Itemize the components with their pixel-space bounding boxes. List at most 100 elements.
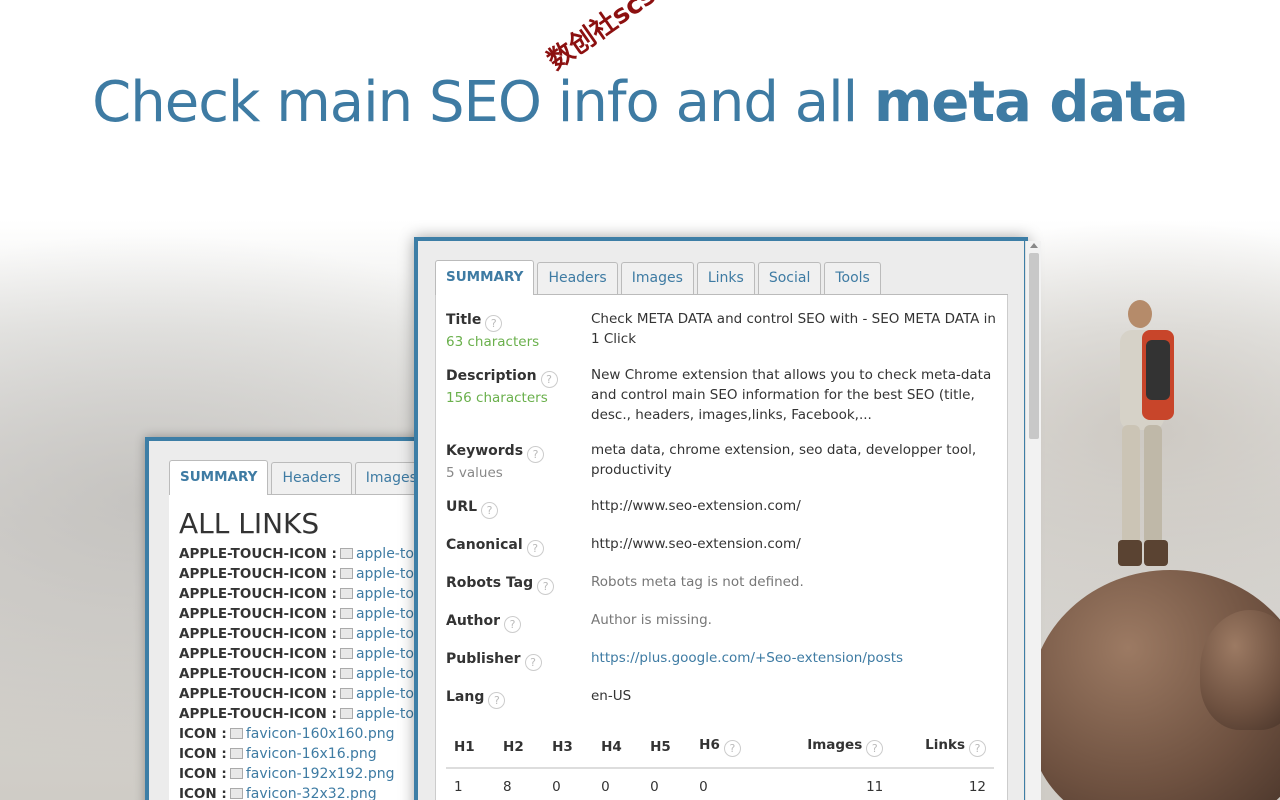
link-row: APPLE-TOUCH-ICON :apple-touch-icon-120x1… <box>179 564 431 584</box>
meta-label: URL <box>446 499 478 515</box>
meta-row-description: Description? 156 characters New Chrome ext… <box>446 365 997 425</box>
link-href[interactable]: favicon-192x192.png <box>246 766 395 782</box>
stats-header-h2: H2 <box>495 729 545 769</box>
image-icon <box>339 548 353 559</box>
tab-social[interactable]: Social <box>757 262 822 294</box>
help-icon[interactable]: ? <box>485 315 503 332</box>
link-row: ICON : favicon-192x192.png <box>179 764 421 784</box>
link-type: ICON : <box>179 746 227 762</box>
meta-row-canonical: Canonical? http://www.seo-extension.com/ <box>446 534 997 557</box>
image-icon <box>229 728 243 739</box>
help-icon[interactable]: ? <box>526 540 544 557</box>
link-type: APPLE-TOUCH-ICON : <box>179 666 337 682</box>
meta-label: Publisher <box>446 651 521 667</box>
help-icon[interactable]: ? <box>866 740 884 757</box>
tab-headers[interactable]: Headers <box>271 462 352 494</box>
stats-header-h6: H6? <box>691 729 769 769</box>
help-icon[interactable]: ? <box>527 446 545 463</box>
image-icon <box>339 708 353 719</box>
meta-label-cell: Title? 63 characters <box>446 309 591 350</box>
link-type: APPLE-TOUCH-ICON : <box>179 546 337 562</box>
stats-header-label: H3 <box>552 739 573 755</box>
link-type: ICON : <box>179 786 227 800</box>
image-icon <box>339 628 353 639</box>
stats-value: 0 <box>650 779 659 795</box>
meta-value[interactable]: https://plus.google.com/+Seo-extension/p… <box>591 648 997 671</box>
summary-window: SUMMARY Headers Images Links Social Tools Tit… <box>414 237 1041 800</box>
tab-summary[interactable]: SUMMARY <box>169 460 269 495</box>
link-row: APPLE-TOUCH-ICON :apple-touch-icon-114x1… <box>179 544 431 564</box>
meta-label-cell: Keywords? 5 values <box>446 440 591 481</box>
meta-label-cell: Author? <box>446 610 591 633</box>
stats-value: 0 <box>699 779 708 795</box>
summary-panel: Title? 63 characters Check META DATA and c… <box>435 295 1008 800</box>
link-type: APPLE-TOUCH-ICON : <box>179 646 337 662</box>
link-href[interactable]: favicon-160x160.png <box>246 726 395 742</box>
stats-header-h5: H5 <box>642 729 692 769</box>
help-icon[interactable]: ? <box>481 502 499 519</box>
link-href[interactable]: favicon-32x32.png <box>246 786 377 800</box>
link-row: APPLE-TOUCH-ICON :apple-touch-icon-152x1… <box>179 604 431 624</box>
link-row: APPLE-TOUCH-ICON :apple-touch-icon-180x1… <box>179 624 431 644</box>
help-icon[interactable]: ? <box>503 616 521 633</box>
meta-row-publisher: Publisher? https://plus.google.com/+Seo-e… <box>446 648 997 671</box>
meta-value: http://www.seo-extension.com/ <box>591 498 801 514</box>
link-row: APPLE-TOUCH-ICON :apple-touch-icon-144x1… <box>179 584 431 604</box>
stats-header-label: H5 <box>650 739 671 755</box>
scrollbar-thumb[interactable] <box>1029 253 1039 439</box>
meta-row-robots-tag: Robots Tag? Robots meta tag is not define… <box>446 572 997 595</box>
image-icon <box>339 568 353 579</box>
meta-label: Title <box>446 312 482 328</box>
help-icon[interactable]: ? <box>537 578 555 595</box>
tab-summary[interactable]: SUMMARY <box>435 260 535 295</box>
links-panel: ALL LINKS APPLE-TOUCH-ICON :apple-touch-… <box>169 495 431 800</box>
link-row: APPLE-TOUCH-ICON :apple-touch-icon-76x76… <box>179 704 431 724</box>
link-href[interactable]: favicon-16x16.png <box>246 746 377 762</box>
meta-label-cell: Canonical? <box>446 534 591 557</box>
tab-links[interactable]: Links <box>696 262 755 294</box>
help-icon[interactable]: ? <box>524 654 542 671</box>
help-icon[interactable]: ? <box>488 692 506 709</box>
tab-headers[interactable]: Headers <box>537 262 618 294</box>
hiker-image <box>1118 300 1174 566</box>
link-type: APPLE-TOUCH-ICON : <box>179 686 337 702</box>
help-icon[interactable]: ? <box>540 371 558 388</box>
image-icon <box>339 588 353 599</box>
meta-value: en-US <box>591 688 632 704</box>
stats-header-label: Images <box>807 737 863 753</box>
image-icon <box>339 688 353 699</box>
image-icon <box>229 768 243 779</box>
stats-header-label: Links <box>925 737 965 753</box>
link-row: APPLE-TOUCH-ICON :apple-touch-icon-72x72… <box>179 684 431 704</box>
help-icon[interactable]: ? <box>969 740 986 757</box>
image-icon <box>339 608 353 619</box>
link-type: APPLE-TOUCH-ICON : <box>179 566 337 582</box>
meta-row-author: Author? Author is missing. <box>446 610 997 633</box>
meta-label: Canonical <box>446 537 523 553</box>
help-icon[interactable]: ? <box>723 740 741 757</box>
stats-header-h1: H1 <box>446 729 496 769</box>
stats-header-images: Images? <box>768 729 892 769</box>
meta-value: meta data, chrome extension, seo data, d… <box>591 442 977 478</box>
stats-header-label: H1 <box>454 739 475 755</box>
link-type: ICON : <box>179 766 227 782</box>
meta-sub: 63 characters <box>446 334 540 350</box>
tab-images[interactable]: Images <box>620 262 694 294</box>
link-row: APPLE-TOUCH-ICON :apple-touch-icon-57x57… <box>179 644 431 664</box>
meta-label-cell: Publisher? <box>446 648 591 671</box>
stats-header-label: H2 <box>503 739 524 755</box>
meta-row-lang: Lang? en-US <box>446 686 997 709</box>
tab-tools[interactable]: Tools <box>824 262 881 294</box>
all-links-window: SUMMARY Headers Images ALL LINKS APPLE-TOU… <box>145 437 435 800</box>
meta-row-title: Title? 63 characters Check META DATA and c… <box>446 309 997 350</box>
meta-value: Author is missing. <box>591 612 712 628</box>
link-row: ICON : favicon-160x160.png <box>179 724 421 744</box>
scrollbar[interactable] <box>1025 241 1041 800</box>
meta-label-cell: Robots Tag? <box>446 572 591 595</box>
meta-row-keywords: Keywords? 5 values meta data, chrome exten… <box>446 440 997 481</box>
meta-label: Lang <box>446 689 485 705</box>
meta-rows: Title? 63 characters Check META DATA and c… <box>446 309 997 709</box>
stats-value: 1 <box>454 779 463 795</box>
scroll-up-arrow-icon[interactable] <box>1030 243 1038 248</box>
stats-value: 8 <box>503 779 512 795</box>
